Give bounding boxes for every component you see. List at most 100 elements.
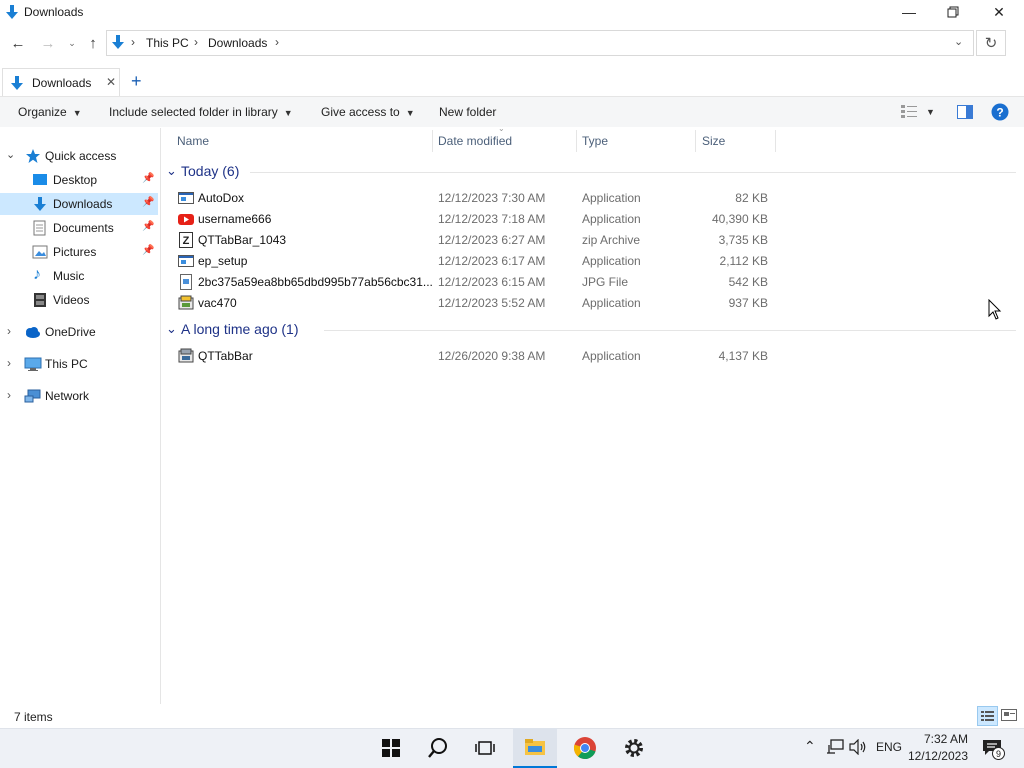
group-label: A long time ago (1) (181, 321, 299, 337)
nav-documents[interactable]: Documents 📌 (0, 217, 158, 239)
nav-label: Music (53, 269, 85, 283)
column-header-name[interactable]: Name (177, 134, 209, 148)
network-status-button[interactable] (826, 739, 844, 758)
file-size: 82 KB (735, 191, 768, 205)
change-view-button[interactable] (901, 104, 919, 121)
notification-center-button[interactable]: 9 (982, 738, 1005, 760)
downloads-arrow-icon (34, 197, 46, 211)
details-view-toggle[interactable] (977, 706, 998, 726)
collapsed-chevron-icon[interactable]: › (7, 324, 11, 338)
nav-label: Desktop (53, 173, 98, 187)
nav-onedrive[interactable]: › OneDrive (0, 321, 158, 343)
title-bar (0, 0, 1024, 24)
include-in-library-menu[interactable]: Include selected folder in library ▼ (109, 105, 293, 119)
minimize-icon: — (902, 4, 916, 20)
gear-icon (625, 739, 643, 757)
file-date: 12/12/2023 6:27 AM (438, 233, 546, 247)
table-row[interactable]: username666 12/12/2023 7:18 AM Applicati… (176, 209, 776, 229)
tab-close-icon[interactable]: ✕ (106, 75, 116, 89)
table-row[interactable]: vac470 12/12/2023 5:52 AM Application 93… (176, 293, 776, 313)
table-row[interactable]: QTTabBar 12/26/2020 9:38 AM Application … (176, 346, 776, 366)
group-header-today[interactable]: ⌄ Today (6) (166, 163, 1016, 183)
close-icon: ✕ (993, 3, 1005, 20)
nav-quick-access[interactable]: ⌄ Quick access (0, 145, 158, 167)
large-icons-view-toggle[interactable] (1000, 707, 1018, 726)
pin-icon: 📌 (142, 197, 155, 208)
arrow-left-icon: ← (10, 34, 26, 52)
column-divider[interactable] (695, 130, 696, 152)
new-folder-button[interactable]: New folder (439, 105, 496, 119)
column-divider[interactable] (775, 130, 776, 152)
nav-downloads[interactable]: Downloads 📌 (0, 193, 158, 215)
breadcrumb-downloads[interactable]: Downloads (208, 36, 267, 50)
back-button[interactable]: ← (8, 34, 28, 52)
breadcrumb-separator-icon[interactable]: › (275, 35, 279, 49)
nav-desktop[interactable]: Desktop 📌 (0, 169, 158, 191)
recent-locations-button[interactable]: ⌄ (62, 34, 82, 52)
tab-downloads[interactable]: Downloads ✕ (2, 68, 120, 96)
application-icon (178, 255, 194, 267)
search-button[interactable] (416, 728, 460, 768)
up-button[interactable]: ↑ (83, 34, 103, 52)
task-view-button[interactable] (463, 728, 507, 768)
nav-videos[interactable]: Videos (0, 289, 158, 311)
expanded-chevron-icon[interactable]: ⌄ (6, 148, 15, 161)
file-size: 2,112 KB (719, 254, 768, 268)
nav-network[interactable]: › Network (0, 385, 158, 407)
svg-text:?: ? (996, 106, 1003, 120)
input-language-indicator[interactable]: ENG (876, 740, 902, 754)
view-dropdown-caret-icon[interactable]: ▼ (926, 107, 935, 117)
close-button[interactable]: ✕ (976, 0, 1022, 24)
start-button[interactable] (369, 728, 413, 768)
table-row[interactable]: 2bc375a59ea8bb65dbd995b77ab56cbc31... 12… (176, 272, 776, 292)
pin-icon: 📌 (142, 245, 155, 256)
file-date: 12/12/2023 7:18 AM (438, 212, 546, 226)
taskbar-chrome[interactable] (563, 728, 607, 768)
organize-menu[interactable]: Organize ▼ (18, 105, 82, 119)
breadcrumb-separator-icon[interactable]: › (131, 35, 135, 49)
minimize-button[interactable]: — (886, 0, 932, 24)
file-name: QTTabBar (198, 349, 253, 363)
documents-icon (33, 220, 46, 236)
nav-this-pc[interactable]: › This PC (0, 353, 158, 375)
give-access-menu[interactable]: Give access to ▼ (321, 105, 415, 119)
volume-button[interactable] (849, 738, 867, 758)
table-row[interactable]: AutoDox 12/12/2023 7:30 AM Application 8… (176, 188, 776, 208)
column-header-type[interactable]: Type (582, 134, 608, 148)
arrow-up-icon: ↑ (89, 34, 97, 52)
file-type: Application (582, 212, 641, 226)
refresh-button[interactable]: ↻ (976, 30, 1006, 56)
help-button[interactable]: ? (991, 103, 1009, 124)
file-explorer-folder-icon (525, 739, 545, 755)
taskbar-file-explorer[interactable] (513, 728, 557, 768)
column-divider[interactable] (432, 130, 433, 152)
nav-music[interactable]: ♪ Music (0, 265, 158, 287)
column-header-date[interactable]: Date modified (438, 134, 512, 148)
new-tab-button[interactable]: + (131, 71, 142, 92)
chevron-up-icon: ⌃ (804, 738, 816, 754)
forward-button[interactable]: → (38, 34, 58, 52)
group-header-long-ago[interactable]: ⌄ A long time ago (1) (166, 321, 1016, 341)
address-dropdown-button[interactable]: ⌄ (954, 35, 963, 48)
collapsed-chevron-icon[interactable]: › (7, 388, 11, 402)
breadcrumb-this-pc[interactable]: This PC (146, 36, 189, 50)
installer-icon (178, 295, 194, 310)
column-divider[interactable] (576, 130, 577, 152)
collapsed-chevron-icon[interactable]: › (7, 356, 11, 370)
restore-button[interactable] (930, 0, 976, 24)
show-hidden-icons-button[interactable]: ⌃ (804, 738, 816, 755)
breadcrumb-separator-icon[interactable]: › (194, 35, 198, 49)
group-collapse-chevron-icon[interactable]: ⌄ (166, 163, 177, 179)
nav-label: Network (45, 389, 90, 403)
clock[interactable]: 7:32 AM 12/12/2023 (906, 731, 974, 767)
file-type: Application (582, 191, 641, 205)
tab-label: Downloads (32, 76, 92, 90)
nav-pictures[interactable]: Pictures 📌 (0, 241, 158, 263)
group-collapse-chevron-icon[interactable]: ⌄ (166, 321, 177, 337)
group-divider (324, 330, 1016, 331)
table-row[interactable]: Z QTTabBar_1043 12/12/2023 6:27 AM zip A… (176, 230, 776, 250)
preview-pane-button[interactable] (957, 105, 973, 122)
taskbar-settings[interactable] (612, 728, 656, 768)
column-header-size[interactable]: Size (702, 134, 725, 148)
table-row[interactable]: ep_setup 12/12/2023 6:17 AM Application … (176, 251, 776, 271)
